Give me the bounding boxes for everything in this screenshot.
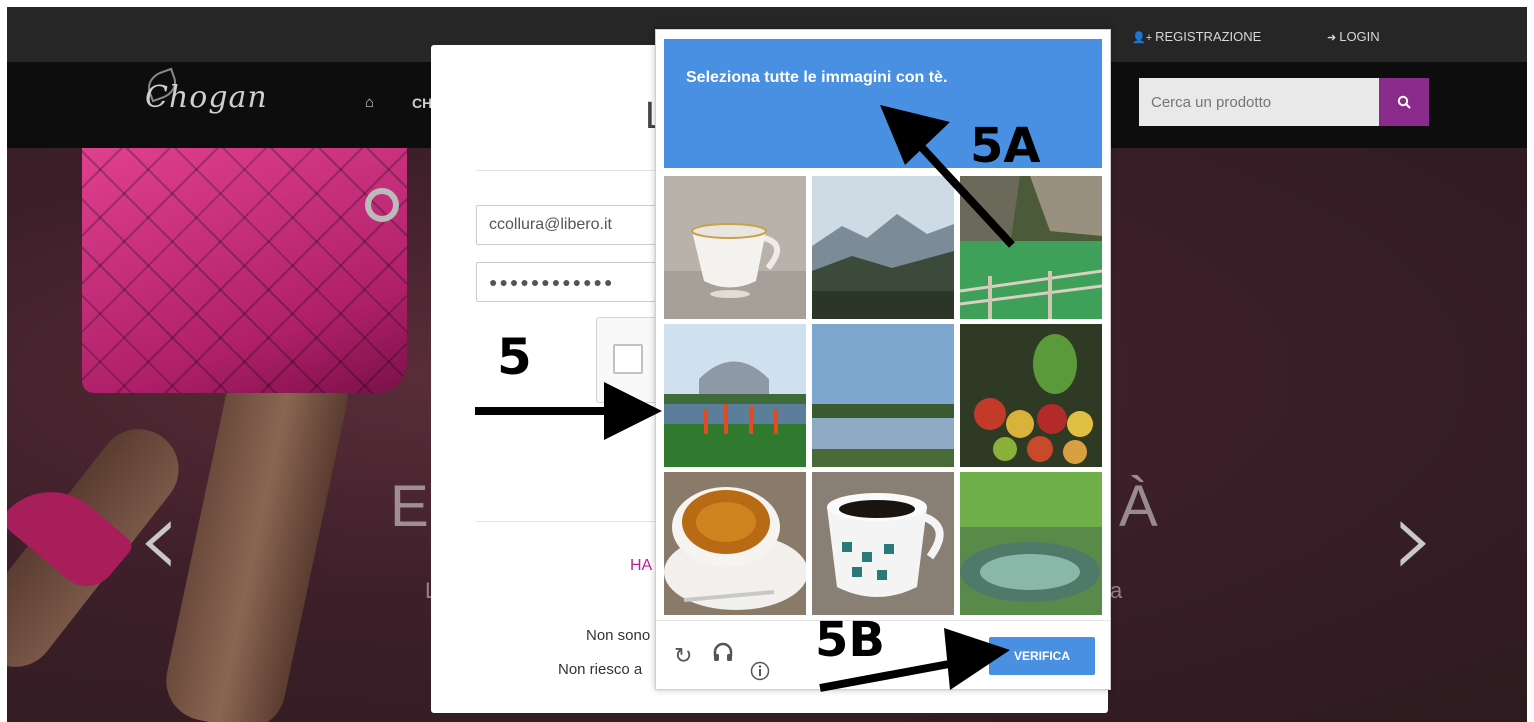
- annotation-arrows: [475, 105, 1015, 692]
- annotation-arrowhead: [604, 382, 662, 440]
- annotation-arrowhead: [880, 105, 950, 165]
- annotation-label-5: 5: [497, 328, 532, 386]
- annotation-label-5b: 5B: [815, 612, 885, 668]
- annotation-label-5a: 5A: [970, 118, 1041, 174]
- annotation-arrowhead: [944, 628, 1010, 690]
